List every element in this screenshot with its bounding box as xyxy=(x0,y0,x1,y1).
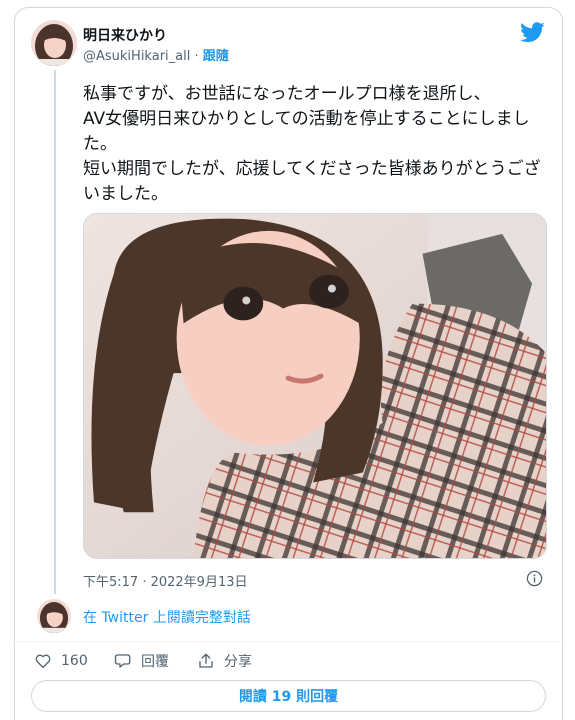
author-avatar[interactable] xyxy=(31,20,77,66)
reply-label: 回覆 xyxy=(141,654,169,670)
share-label: 分享 xyxy=(224,654,252,670)
thread-line xyxy=(54,70,56,594)
author-handle-row: @AsukiHikari_all · 跟隨 xyxy=(83,45,229,64)
read-replies-button[interactable]: 閱讀 19 則回覆 xyxy=(31,680,546,712)
tweet-photo[interactable] xyxy=(83,213,547,559)
info-icon[interactable] xyxy=(526,570,543,587)
like-count: 160 xyxy=(61,653,88,669)
twitter-bird-icon[interactable] xyxy=(520,22,545,43)
handle-separator: · xyxy=(190,49,203,64)
heart-icon xyxy=(35,654,51,669)
follow-link[interactable]: 跟隨 xyxy=(203,49,229,64)
author-display-name[interactable]: 明日来ひかり xyxy=(83,25,167,45)
read-full-conversation-link[interactable]: 在 Twitter 上閱讀完整對話 xyxy=(83,607,251,627)
reply-button[interactable]: 回覆 xyxy=(114,651,169,671)
like-button[interactable]: 160 xyxy=(34,651,88,671)
divider xyxy=(14,641,563,642)
avatar-image-small xyxy=(37,599,71,633)
author-handle[interactable]: @AsukiHikari_all xyxy=(83,49,190,64)
photo-image xyxy=(84,214,546,558)
avatar-image xyxy=(31,20,77,66)
share-button[interactable]: 分享 xyxy=(197,651,252,671)
tweet-text: 私事ですが、お世話になったオールプロ様を退所し、 AV女優明日来ひかりとしての活… xyxy=(83,84,541,204)
tweet-timestamp[interactable]: 下午5:17 · 2022年9月13日 xyxy=(83,571,248,590)
speech-bubble-icon xyxy=(114,654,131,668)
reply-thread-avatar[interactable] xyxy=(37,599,71,633)
share-upload-icon xyxy=(199,653,213,668)
